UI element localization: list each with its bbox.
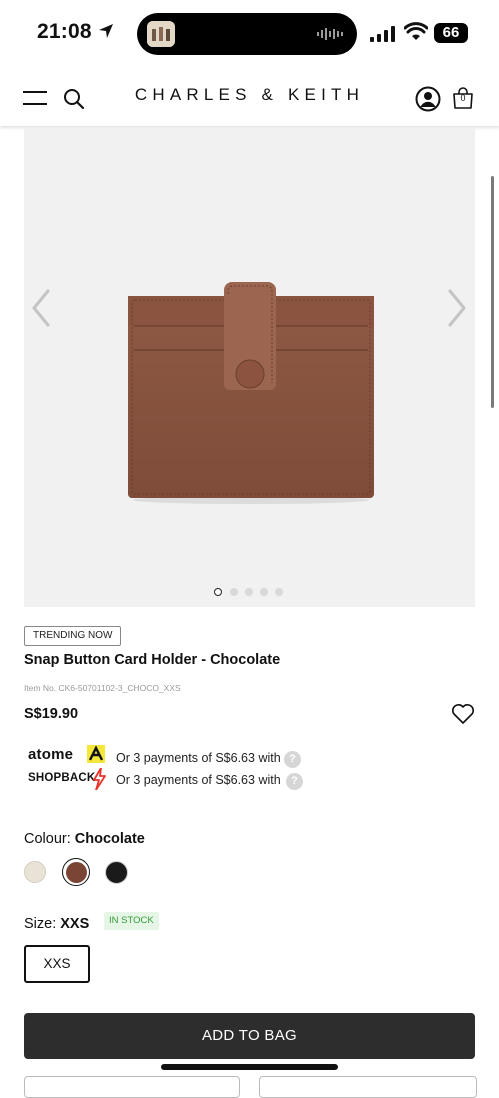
size-label: Size: XXS: [24, 916, 89, 932]
now-playing-thumbnail: [147, 21, 175, 47]
secondary-button-right[interactable]: [259, 1076, 477, 1098]
swatch-cream[interactable]: [24, 861, 46, 883]
atome-mark-icon: [87, 745, 105, 763]
secondary-button-left[interactable]: [24, 1076, 240, 1098]
swatch-chocolate[interactable]: [66, 862, 87, 883]
trending-badge: TRENDING NOW: [24, 626, 122, 646]
home-indicator[interactable]: [161, 1064, 338, 1070]
size-option-xxs[interactable]: XXS: [24, 945, 90, 983]
product-image-card-holder: [128, 282, 374, 504]
colour-value: Chocolate: [74, 831, 145, 847]
pagination-dot[interactable]: [275, 588, 283, 596]
add-to-bag-button[interactable]: ADD TO BAG: [24, 1013, 475, 1059]
pagination-dot-active[interactable]: [214, 588, 222, 596]
atome-logo: atome: [28, 746, 74, 763]
shopback-installment-text: Or 3 payments of S$6.63 with: [116, 773, 281, 787]
product-title: Snap Button Card Holder - Chocolate: [24, 652, 281, 668]
atome-help-icon[interactable]: ?: [284, 751, 301, 768]
shopback-bolt-icon: [93, 768, 106, 790]
dynamic-island: [137, 13, 357, 55]
size-label-text: Size:: [24, 916, 61, 932]
audio-waveform-icon: [317, 28, 343, 40]
wifi-icon: [404, 22, 428, 40]
stock-status-badge: IN STOCK: [104, 912, 159, 930]
bag-count: 0: [460, 93, 466, 103]
chevron-right-icon[interactable]: [446, 288, 468, 328]
account-icon[interactable]: [415, 86, 441, 112]
status-time-text: 21:08: [37, 20, 92, 43]
pagination-dot[interactable]: [230, 588, 238, 596]
colour-label: Colour: Chocolate: [24, 831, 145, 847]
atome-installment-text: Or 3 payments of S$6.63 with: [116, 751, 281, 765]
gallery-pagination[interactable]: [214, 588, 286, 597]
scrollbar[interactable]: [491, 176, 494, 408]
product-price: S$19.90: [24, 706, 79, 722]
cellular-signal-icon: [370, 26, 395, 42]
pagination-dot[interactable]: [260, 588, 268, 596]
chevron-left-icon[interactable]: [30, 288, 52, 328]
shopback-logo: SHOPBACK: [28, 772, 96, 784]
size-value: XXS: [60, 916, 90, 932]
status-time: 21:08: [37, 20, 114, 44]
item-number: Item No. CK6-50701102-3_CHOCO_XXS: [24, 683, 181, 693]
shopback-help-icon[interactable]: ?: [286, 773, 303, 790]
pagination-dot[interactable]: [245, 588, 253, 596]
heart-icon[interactable]: [451, 703, 475, 725]
battery-indicator: 66: [434, 23, 468, 43]
site-header: CHARLES & KEITH 0: [0, 60, 499, 126]
colour-label-text: Colour:: [24, 831, 75, 847]
swatch-black[interactable]: [105, 861, 128, 884]
location-arrow-icon: [98, 24, 113, 38]
